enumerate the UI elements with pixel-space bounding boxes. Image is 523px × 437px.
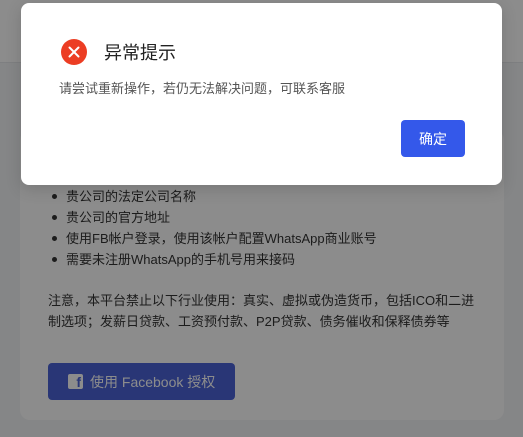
close-circle-icon	[61, 39, 87, 65]
dialog-message: 请尝试重新操作，若仍无法解决问题，可联系客服	[59, 81, 346, 96]
dialog-title: 异常提示	[104, 43, 176, 63]
error-dialog: 异常提示 请尝试重新操作，若仍无法解决问题，可联系客服 确定	[21, 3, 502, 185]
confirm-button[interactable]: 确定	[401, 120, 465, 157]
